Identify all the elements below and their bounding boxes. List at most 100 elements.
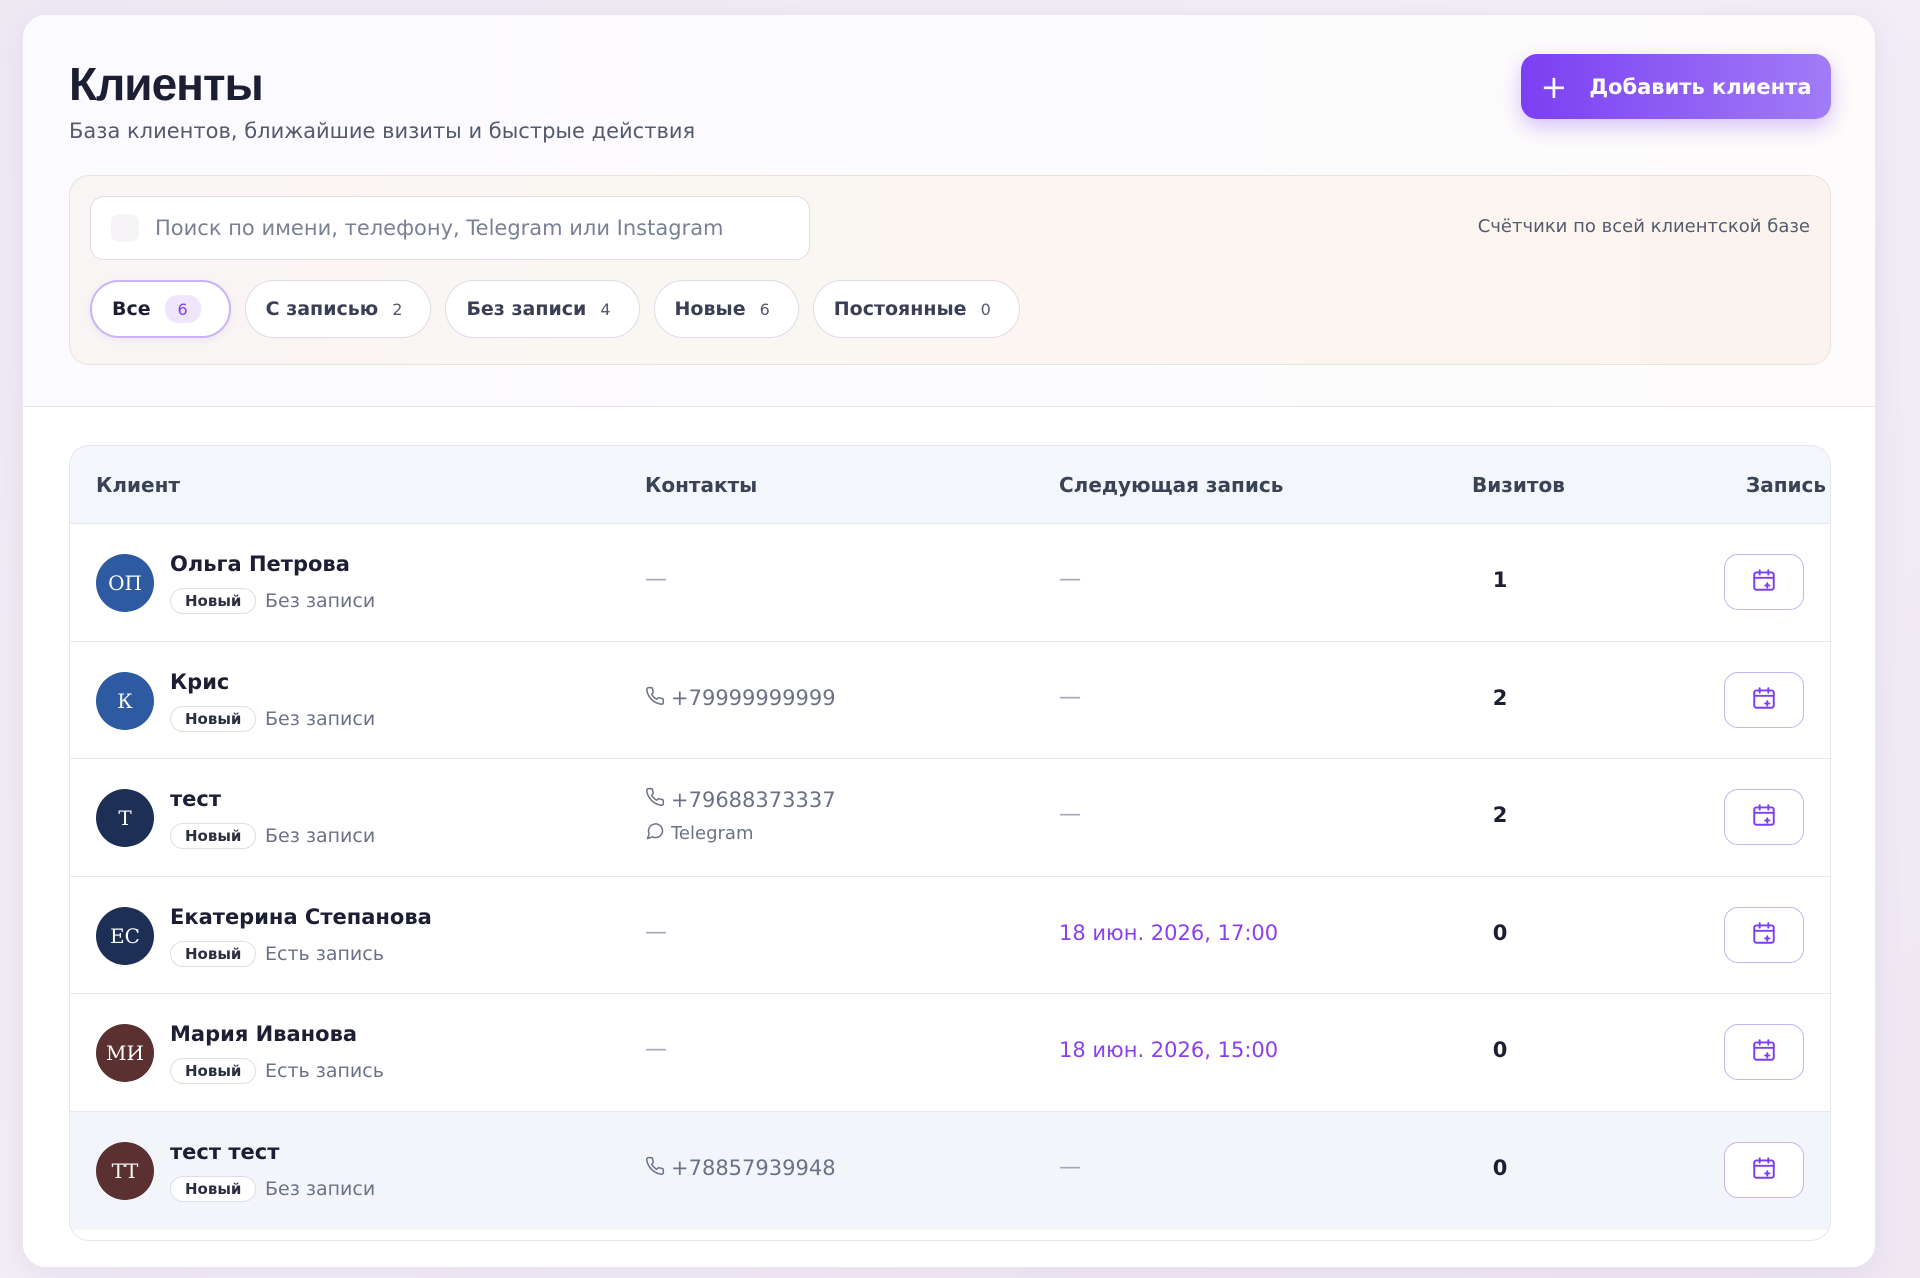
filter-chip-label: С записью xyxy=(265,298,379,320)
contact-phone[interactable]: +79999999999 xyxy=(645,686,836,711)
table-header: Клиент Контакты Следующая запись Визитов… xyxy=(70,446,1830,524)
table-body: ОП Ольга Петрова Новый Без записи — — 1 К Крис Но… xyxy=(70,524,1830,1230)
search-box[interactable] xyxy=(90,196,810,260)
book-button[interactable] xyxy=(1724,1024,1804,1081)
filter-chips: Все 6 С записью 2 Без записи 4 Новые 6 П… xyxy=(90,280,1020,338)
avatar: МИ xyxy=(96,1024,154,1083)
filter-chip-count: 4 xyxy=(600,299,611,319)
booking-status: Есть запись xyxy=(265,942,384,965)
book-button[interactable] xyxy=(1724,1141,1804,1198)
calendar-plus-icon xyxy=(1751,1155,1777,1185)
contacts-empty: — xyxy=(645,567,667,592)
status-badge: Новый xyxy=(170,588,257,614)
table-row[interactable]: ЕС Екатерина Степанова Новый Есть запись — 18… xyxy=(70,877,1830,995)
booking-status: Без записи xyxy=(265,590,376,612)
phone-number: +79999999999 xyxy=(671,686,836,711)
filter-panel: Счётчики по всей клиентской базе Все 6 С… xyxy=(69,175,1831,365)
next-booking-empty: — xyxy=(1059,1154,1081,1180)
filter-chip-new[interactable]: Новые 6 xyxy=(653,280,799,338)
table-row[interactable]: ТТ тест тест Новый Без записи +78857939948 — 0 xyxy=(70,1111,1830,1230)
calendar-plus-icon xyxy=(1751,685,1777,715)
filter-chip-label: Без записи xyxy=(466,298,587,320)
calendar-plus-icon xyxy=(1751,1037,1777,1067)
plus-icon: + xyxy=(1540,67,1568,106)
status-badge: Новый xyxy=(170,940,257,967)
column-header-client: Клиент xyxy=(96,472,180,497)
column-header-next-booking: Следующая запись xyxy=(1059,472,1284,497)
calendar-plus-icon xyxy=(1751,567,1777,597)
avatar: ТТ xyxy=(96,1141,154,1200)
avatar: Т xyxy=(96,789,154,848)
filter-chip-without-booking[interactable]: Без записи 4 xyxy=(445,280,640,338)
status-badge: Новый xyxy=(170,1175,257,1202)
contacts-empty: — xyxy=(645,919,667,945)
clients-header-area: Клиенты База клиентов, ближайшие визиты … xyxy=(23,15,1875,407)
visits-count: 2 xyxy=(1492,803,1508,828)
book-button[interactable] xyxy=(1724,789,1804,846)
book-button[interactable] xyxy=(1724,906,1804,963)
phone-icon xyxy=(645,686,665,711)
contact-phone[interactable]: +78857939948 xyxy=(645,1156,836,1181)
visits-count: 2 xyxy=(1492,685,1508,710)
next-booking-empty: — xyxy=(1059,567,1081,592)
clients-card: Клиенты База клиентов, ближайшие визиты … xyxy=(22,14,1876,1268)
visits-count: 0 xyxy=(1492,1038,1508,1063)
visits-count: 0 xyxy=(1492,1155,1508,1180)
page-subtitle: База клиентов, ближайшие визиты и быстры… xyxy=(69,119,696,143)
contacts-empty: — xyxy=(645,1037,667,1063)
book-button[interactable] xyxy=(1724,554,1804,610)
client-name[interactable]: Крис xyxy=(170,670,229,694)
client-name[interactable]: Мария Иванова xyxy=(170,1022,357,1046)
filter-chip-count: 0 xyxy=(980,299,991,319)
calendar-plus-icon xyxy=(1751,802,1777,832)
status-badge: Новый xyxy=(170,1058,257,1085)
avatar: ОП xyxy=(96,554,154,612)
book-button[interactable] xyxy=(1724,671,1804,728)
search-input[interactable] xyxy=(155,216,809,240)
next-booking-empty: — xyxy=(1059,802,1081,828)
counters-note: Счётчики по всей клиентской базе xyxy=(1477,216,1810,237)
booking-status: Без записи xyxy=(265,825,376,848)
table-row[interactable]: МИ Мария Иванова Новый Есть запись — 18 июн. … xyxy=(70,994,1830,1112)
client-name[interactable]: тест xyxy=(170,787,221,811)
avatar: К xyxy=(96,671,154,730)
booking-status: Без записи xyxy=(265,707,376,730)
add-client-button[interactable]: + Добавить клиента xyxy=(1521,54,1831,119)
next-booking-empty: — xyxy=(1059,684,1081,710)
avatar: ЕС xyxy=(96,906,154,965)
booking-status: Без записи xyxy=(265,1177,376,1200)
phone-number: +79688373337 xyxy=(671,787,836,812)
contact-phone[interactable]: +79688373337 xyxy=(645,787,836,812)
client-name[interactable]: Екатерина Степанова xyxy=(170,905,432,929)
page-title: Клиенты xyxy=(69,58,264,110)
clients-table: Клиент Контакты Следующая запись Визитов… xyxy=(69,445,1831,1241)
add-client-label: Добавить клиента xyxy=(1589,74,1812,99)
table-row[interactable]: ОП Ольга Петрова Новый Без записи — — 1 xyxy=(70,524,1830,642)
visits-count: 0 xyxy=(1492,920,1508,945)
messenger-label: Telegram xyxy=(671,823,754,845)
contact-telegram[interactable]: Telegram xyxy=(645,821,753,846)
visits-count: 1 xyxy=(1492,568,1508,592)
filter-chip-label: Постоянные xyxy=(833,298,967,320)
status-badge: Новый xyxy=(170,823,257,850)
client-name[interactable]: тест тест xyxy=(170,1140,279,1164)
phone-number: +78857939948 xyxy=(671,1156,836,1181)
column-header-visits: Визитов xyxy=(1472,472,1565,497)
table-row[interactable]: К Крис Новый Без записи +79999999999 — 2 xyxy=(70,642,1830,760)
client-name[interactable]: Ольга Петрова xyxy=(170,552,350,576)
booking-status: Есть запись xyxy=(265,1060,384,1083)
filter-chip-all[interactable]: Все 6 xyxy=(90,280,231,338)
filter-chip-label: Все xyxy=(112,298,151,320)
status-badge: Новый xyxy=(170,705,257,732)
filter-chip-with-booking[interactable]: С записью 2 xyxy=(244,280,432,338)
next-booking-date: 18 июн. 2026, 17:00 xyxy=(1059,920,1279,945)
phone-icon xyxy=(645,787,665,812)
chat-bubble-icon xyxy=(645,821,665,846)
search-icon xyxy=(111,214,139,242)
phone-icon xyxy=(645,1156,665,1181)
filter-chip-regular[interactable]: Постоянные 0 xyxy=(812,280,1020,338)
next-booking-date: 18 июн. 2026, 15:00 xyxy=(1059,1038,1279,1063)
column-header-contacts: Контакты xyxy=(645,472,758,497)
filter-chip-count: 6 xyxy=(164,295,201,323)
table-row[interactable]: Ттест Новый Без записи +79688373337 Telegram… xyxy=(70,759,1830,877)
